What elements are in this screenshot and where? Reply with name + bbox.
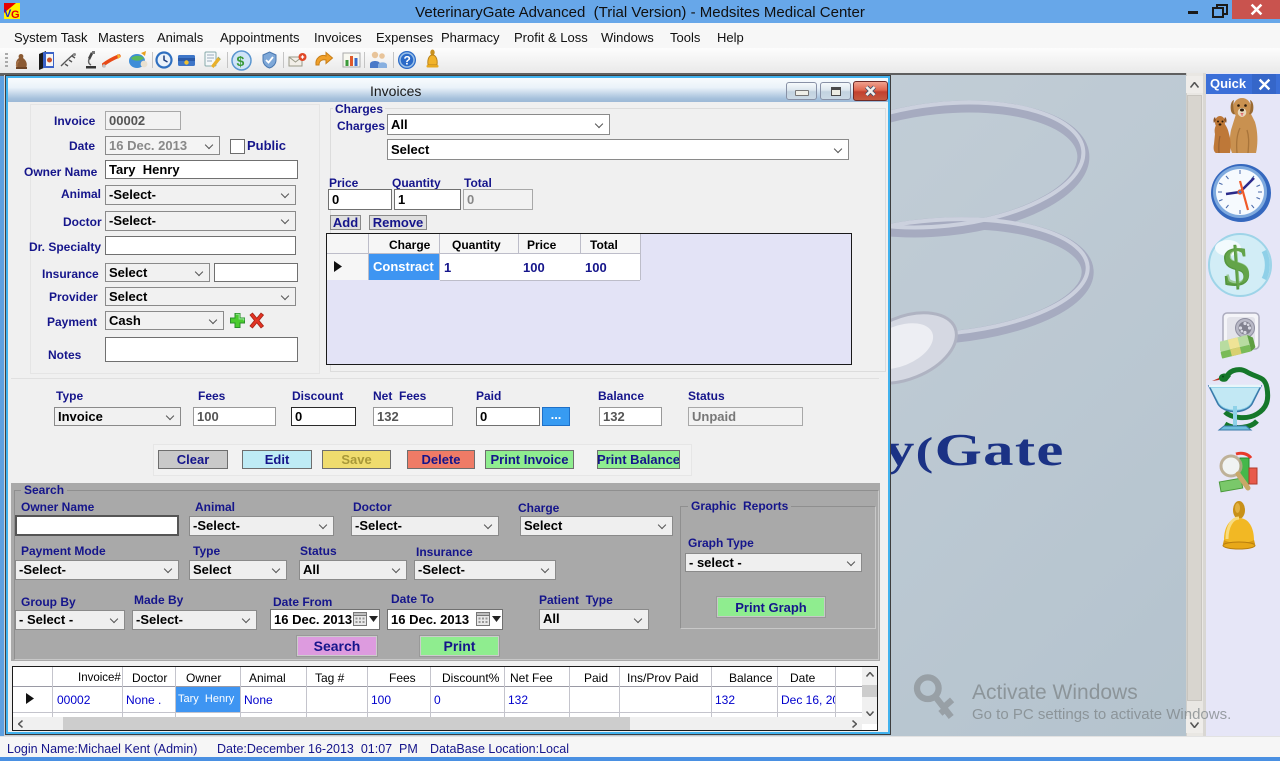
svg-text:?: ? bbox=[404, 54, 411, 68]
svg-text:$: $ bbox=[1222, 237, 1252, 296]
svg-text:$: $ bbox=[237, 53, 245, 69]
